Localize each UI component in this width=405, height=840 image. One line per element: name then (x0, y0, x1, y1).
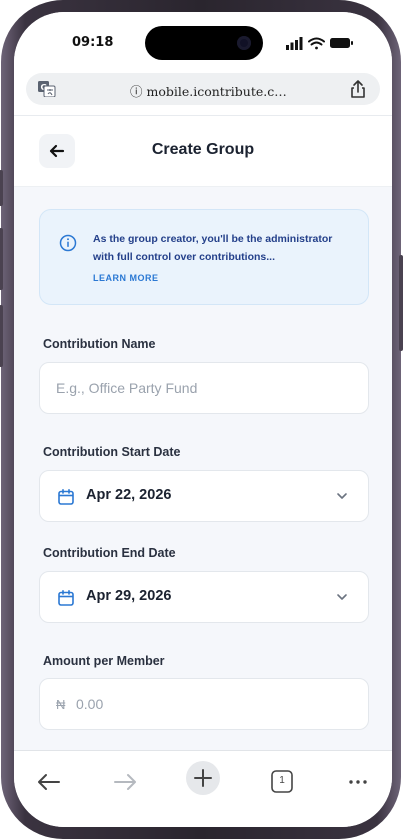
start-date-label: Contribution Start Date (43, 445, 181, 459)
info-card: As the group creator, you'll be the admi… (39, 209, 369, 305)
info-message: As the group creator, you'll be the admi… (93, 233, 333, 263)
action-button (0, 170, 3, 206)
status-bar: 09:18 (14, 12, 392, 72)
app-content: Create Group As the group creator, you'l… (14, 115, 392, 761)
chevron-down-icon (337, 493, 347, 499)
more-dots-icon[interactable] (343, 767, 373, 797)
volume-up-button (0, 228, 3, 290)
forward-arrow-icon[interactable] (110, 767, 140, 797)
new-tab-plus-icon (194, 769, 212, 787)
status-icons (286, 37, 353, 50)
start-date-value: Apr 22, 2026 (86, 487, 172, 503)
new-tab-button[interactable] (186, 761, 220, 795)
info-circle-icon (59, 234, 77, 252)
volume-down-button (0, 305, 3, 367)
phone-frame: 09:18 ⓘ mobile.icontribute.c… Create Gro… (0, 0, 403, 839)
url-bar[interactable]: G ⓘ mobile.icontribute.c… (26, 73, 380, 105)
tabs-button[interactable]: 1 (267, 767, 297, 797)
page-title: Create Group (151, 141, 255, 158)
contribution-name-placeholder: E.g., Office Party Fund (56, 380, 198, 396)
dynamic-island (145, 26, 263, 60)
signal-icon (286, 37, 303, 50)
calendar-icon (58, 590, 74, 606)
status-time: 09:18 (72, 35, 114, 50)
end-date-select[interactable]: Apr 29, 2026 (39, 571, 369, 623)
amount-label: Amount per Member (43, 654, 165, 668)
contribution-name-input[interactable]: E.g., Office Party Fund (39, 362, 369, 414)
wifi-icon (308, 37, 325, 50)
currency-symbol: ₦ (56, 697, 66, 712)
share-icon[interactable] (349, 79, 367, 99)
end-date-value: Apr 29, 2026 (86, 588, 172, 604)
battery-icon (330, 38, 353, 48)
learn-more-link[interactable]: LEARN MORE (93, 273, 159, 283)
chevron-down-icon (337, 594, 347, 600)
end-date-label: Contribution End Date (43, 546, 176, 560)
browser-toolbar: 1 (14, 750, 392, 827)
tab-count: 1 (279, 775, 285, 786)
screen: 09:18 ⓘ mobile.icontribute.c… Create Gro… (14, 12, 392, 827)
power-button (399, 255, 403, 351)
calendar-icon (58, 489, 74, 505)
amount-input[interactable]: ₦ 0.00 (39, 678, 369, 730)
back-arrow-icon[interactable] (34, 767, 64, 797)
camera-icon (237, 36, 251, 50)
app-header: Create Group (14, 116, 392, 187)
url-text[interactable]: ⓘ mobile.icontribute.c… (130, 81, 287, 100)
translate-icon[interactable]: G (38, 81, 56, 97)
start-date-select[interactable]: Apr 22, 2026 (39, 470, 369, 522)
contribution-name-label: Contribution Name (43, 337, 156, 351)
amount-placeholder: 0.00 (76, 696, 104, 712)
